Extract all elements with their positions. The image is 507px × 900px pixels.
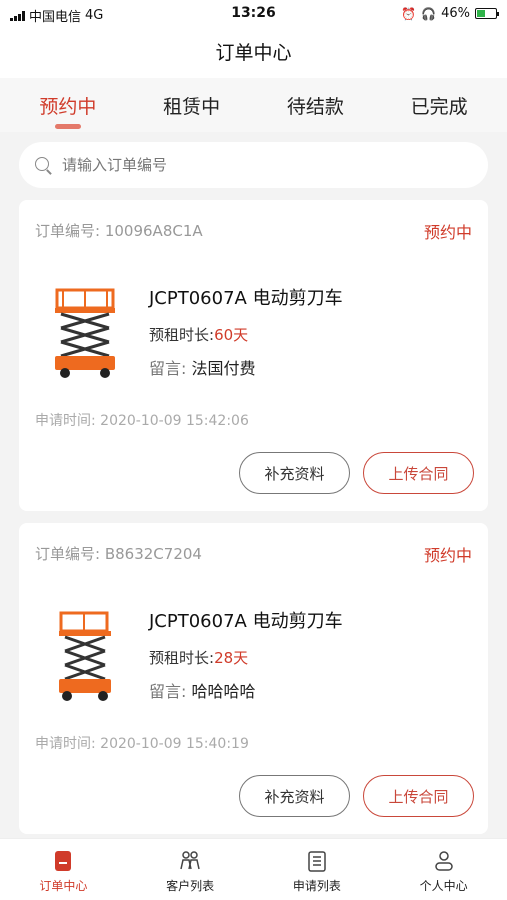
scissor-lift-image bbox=[55, 288, 115, 378]
rental-duration: 预租时长:28天 bbox=[149, 647, 248, 668]
applied-time-label: 申请时间: bbox=[35, 413, 96, 429]
supplement-info-button[interactable]: 补充资料 bbox=[239, 452, 350, 494]
bottom-nav: 订单中心 客户列表 申请列表 个人中心 bbox=[0, 838, 507, 900]
applied-time: 申请时间: 2020-10-09 15:40:19 bbox=[35, 733, 249, 753]
page-title: 订单中心 bbox=[0, 28, 507, 78]
alarm-icon: ⏰ bbox=[401, 6, 417, 21]
message-value: 哈哈哈哈 bbox=[191, 682, 256, 701]
search-input[interactable] bbox=[62, 156, 488, 174]
duration-label: 预租时长: bbox=[149, 649, 215, 667]
product-title: JCPT0607A 电动剪刀车 bbox=[149, 611, 343, 632]
tab-pending-payment[interactable]: 待结款 bbox=[277, 84, 354, 127]
order-center-icon bbox=[55, 851, 72, 871]
tab-reserved[interactable]: 预约中 bbox=[29, 84, 106, 129]
nav-label: 订单中心 bbox=[39, 879, 88, 893]
nav-profile[interactable]: 个人中心 bbox=[380, 839, 507, 900]
duration-value: 28天 bbox=[214, 649, 249, 667]
apply-list-icon bbox=[308, 851, 326, 872]
customers-icon bbox=[180, 851, 200, 870]
order-tabs: 预约中 租赁中 待结款 已完成 bbox=[0, 78, 507, 132]
tab-completed[interactable]: 已完成 bbox=[401, 84, 478, 127]
headphones-icon: 🎧 bbox=[421, 6, 437, 21]
upload-contract-button[interactable]: 上传合同 bbox=[363, 452, 474, 494]
scissor-lift-image bbox=[59, 611, 111, 701]
status-right: ⏰ 🎧 46% bbox=[401, 6, 499, 21]
order-card[interactable]: 订单编号: B8632C7204 预约中 JCPT0607A 电动剪刀车 预租时… bbox=[19, 523, 488, 834]
applied-time-value: 2020-10-09 15:42:06 bbox=[100, 413, 249, 429]
nav-label: 客户列表 bbox=[166, 879, 215, 893]
nav-order-center[interactable]: 订单中心 bbox=[0, 839, 127, 900]
upload-contract-button[interactable]: 上传合同 bbox=[363, 775, 474, 817]
status-badge: 预约中 bbox=[423, 546, 472, 565]
product-title: JCPT0607A 电动剪刀车 bbox=[149, 288, 343, 309]
order-number-label: 订单编号: bbox=[35, 545, 101, 563]
order-number-value: B8632C7204 bbox=[104, 545, 202, 563]
nav-label: 个人中心 bbox=[419, 879, 468, 893]
rental-duration: 预租时长:60天 bbox=[149, 324, 248, 345]
message-label: 留言: bbox=[149, 359, 187, 378]
nav-label: 申请列表 bbox=[292, 879, 341, 893]
search-icon bbox=[35, 156, 52, 174]
status-badge: 预约中 bbox=[423, 223, 472, 242]
duration-value: 60天 bbox=[214, 326, 249, 344]
applied-time-label: 申请时间: bbox=[35, 736, 96, 752]
duration-label: 预租时长: bbox=[149, 326, 215, 344]
status-bar: 中国电信 4G 13:26 ⏰ 🎧 46% bbox=[0, 0, 507, 28]
battery-percent: 46% bbox=[441, 6, 470, 21]
order-number-value: 10096A8C1A bbox=[104, 222, 203, 240]
order-card[interactable]: 订单编号: 10096A8C1A 预约中 JCPT0607A 电动剪刀车 预租时… bbox=[19, 200, 488, 511]
message: 留言: 哈哈哈哈 bbox=[149, 678, 256, 702]
message-value: 法国付费 bbox=[191, 359, 256, 378]
battery-icon bbox=[475, 8, 499, 19]
order-number: 订单编号: 10096A8C1A bbox=[35, 220, 203, 241]
nav-apply-list[interactable]: 申请列表 bbox=[254, 839, 381, 900]
applied-time: 申请时间: 2020-10-09 15:42:06 bbox=[35, 410, 249, 430]
order-number: 订单编号: B8632C7204 bbox=[35, 543, 202, 564]
order-number-label: 订单编号: bbox=[35, 222, 101, 240]
profile-icon bbox=[434, 851, 453, 871]
nav-customers[interactable]: 客户列表 bbox=[127, 839, 254, 900]
tab-renting[interactable]: 租赁中 bbox=[153, 84, 230, 127]
message-label: 留言: bbox=[149, 682, 187, 701]
search-bar bbox=[19, 142, 488, 188]
applied-time-value: 2020-10-09 15:40:19 bbox=[100, 736, 249, 752]
message: 留言: 法国付费 bbox=[149, 355, 256, 379]
supplement-info-button[interactable]: 补充资料 bbox=[239, 775, 350, 817]
